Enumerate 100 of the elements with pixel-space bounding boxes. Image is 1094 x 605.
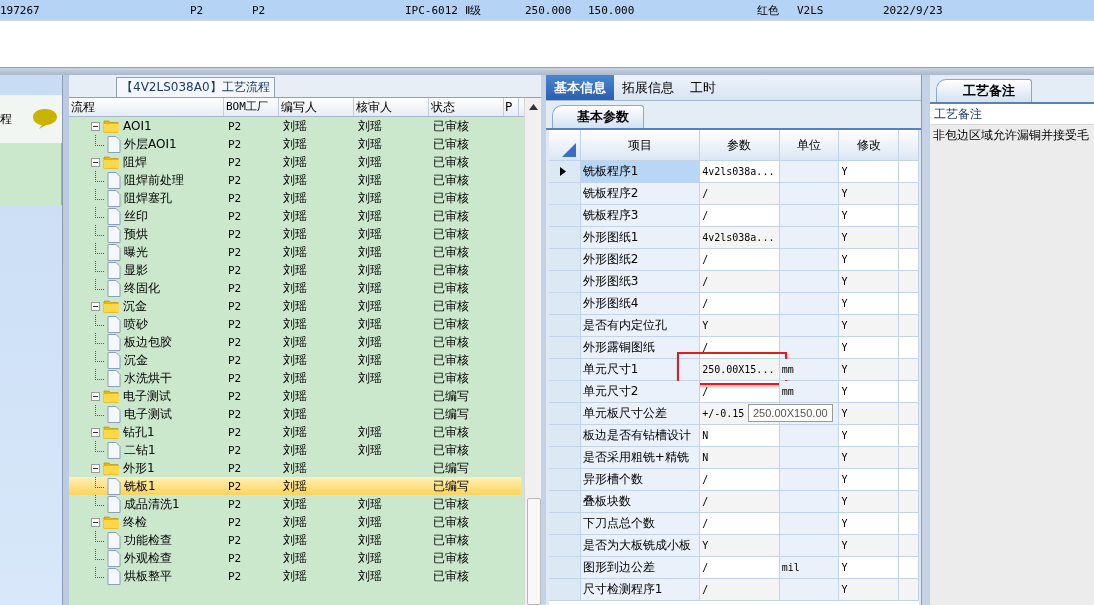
table-cell-text: P2 (227, 407, 243, 421)
tree-line (95, 207, 104, 218)
table-cell: / (700, 293, 780, 314)
collapse-toggle-icon[interactable] (91, 463, 100, 473)
tree-item[interactable]: 板边包胶 (124, 333, 172, 351)
column-header[interactable]: P (504, 98, 519, 116)
tree-line (95, 495, 104, 506)
tree-line (95, 279, 104, 290)
column-header[interactable]: 项目 (580, 130, 701, 160)
tree-item[interactable]: AOI1 (123, 119, 152, 133)
table-cell: Y (839, 513, 900, 534)
table-cell: 铣板程序1 (580, 161, 701, 182)
table-cell-text: 刘瑶 (357, 243, 383, 261)
table-cell-text: P2 (227, 155, 243, 169)
column-header[interactable]: 修改 (839, 130, 900, 160)
collapse-toggle-icon[interactable] (91, 121, 100, 131)
scrollbar[interactable] (524, 98, 541, 605)
table-cell-text: 已编写 (432, 405, 470, 423)
document-icon (107, 261, 121, 279)
collapse-toggle-icon[interactable] (91, 427, 100, 437)
tree-line (95, 189, 104, 200)
tree-item[interactable]: 阻焊塞孔 (124, 189, 172, 207)
tree-item[interactable]: 显影 (124, 261, 148, 279)
scroll-thumb[interactable] (527, 498, 541, 605)
document-icon (107, 477, 121, 495)
table-cell-text: 197267 (0, 3, 41, 17)
table-cell-text: 2022/9/23 (883, 3, 944, 17)
table-cell: Y (700, 535, 780, 556)
table-cell: / (700, 205, 780, 226)
table-cell-text: 刘瑶 (282, 135, 308, 153)
tab[interactable]: 拓展信息 (614, 75, 682, 100)
tree-item[interactable]: 阻焊前处理 (124, 171, 184, 189)
collapse-toggle-icon[interactable] (91, 517, 100, 527)
collapse-toggle-icon[interactable] (91, 157, 100, 167)
column-header[interactable]: BOM工厂 (224, 98, 279, 116)
collapse-toggle-icon[interactable] (91, 301, 100, 311)
tree-item[interactable]: 成品清洗1 (124, 495, 180, 513)
column-header[interactable]: 核审人 (354, 98, 429, 116)
splitter-handle[interactable] (541, 75, 546, 605)
speech-bubble-icon[interactable] (32, 108, 58, 130)
table-cell: 外形图纸3 (580, 271, 701, 292)
tree-item[interactable]: 丝印 (124, 207, 148, 225)
table-cell-text: P2 (227, 227, 243, 241)
tab[interactable]: 基本参数 (552, 105, 644, 128)
tree-line (95, 369, 104, 380)
tree-item[interactable]: 功能检查 (124, 531, 172, 549)
table-cell-text: P2 (227, 137, 243, 151)
table-cell: 是否为大板铣成小板 (580, 535, 701, 556)
tab[interactable]: 基本信息 (546, 75, 614, 100)
table-cell-text: 已审核 (432, 351, 470, 369)
tree-item[interactable]: 电子测试 (124, 405, 172, 423)
tree-item[interactable]: 外层AOI1 (124, 135, 177, 153)
tree-item[interactable]: 终固化 (124, 279, 160, 297)
table-cell: 4v2ls038a... (700, 161, 780, 182)
table-cell-text: P2 (227, 119, 243, 133)
collapse-toggle-icon[interactable] (91, 391, 100, 401)
tree-item[interactable]: 电子测试 (123, 387, 171, 405)
folder-icon (103, 155, 120, 169)
corner-icon[interactable] (561, 143, 576, 157)
tree-item[interactable]: 沉金 (124, 351, 148, 369)
column-header[interactable]: 编写人 (279, 98, 354, 116)
splitter-handle[interactable] (0, 67, 1094, 75)
column-header[interactable]: 状态 (429, 98, 504, 116)
document-icon (107, 243, 121, 261)
tree-item[interactable]: 二钻1 (124, 441, 156, 459)
table-cell: 图形到边公差 (580, 557, 701, 578)
tree-line (95, 315, 104, 326)
document-icon (107, 189, 121, 207)
tree-line (95, 171, 104, 182)
column-header[interactable]: 单位 (779, 130, 840, 160)
tree-item[interactable]: 钻孔1 (123, 423, 155, 441)
document-icon (107, 405, 121, 423)
table-row[interactable]: 197267 P2 P2 IPC-6012 Ⅱ级 250.000 150.000 红色 V2LS 2022/9/23 (0, 0, 1094, 21)
tree-item[interactable]: 烘板整平 (124, 567, 172, 585)
tree-item[interactable]: 阻焊 (123, 153, 147, 171)
tree-item[interactable]: 曝光 (124, 243, 148, 261)
scroll-up-icon[interactable] (527, 103, 539, 111)
tab[interactable]: 工艺备注 (936, 79, 1032, 102)
row-header[interactable] (549, 161, 581, 182)
tree-item[interactable]: 喷砂 (124, 315, 148, 333)
tree-item[interactable]: 外观检查 (124, 549, 172, 567)
tree-item[interactable]: 终检 (123, 513, 147, 531)
table-cell: / (700, 183, 780, 204)
tree-item[interactable]: 水洗烘干 (124, 369, 172, 387)
column-header[interactable]: 流程 (69, 98, 224, 116)
table-cell-text: 刘瑶 (282, 171, 308, 189)
tree-item[interactable]: 预烘 (124, 225, 148, 243)
table-cell-text: 刘瑶 (357, 315, 383, 333)
splitter-handle[interactable] (921, 75, 930, 605)
tree-item[interactable]: 沉金 (123, 297, 147, 315)
table-cell: Y (839, 491, 900, 512)
column-header[interactable]: 参数 (700, 130, 780, 160)
table-cell-text: 已审核 (432, 225, 470, 243)
tree-item[interactable]: 外形1 (123, 459, 155, 477)
tree-item[interactable]: 铣板1 (124, 477, 156, 495)
table-cell-text: 刘瑶 (357, 261, 383, 279)
splitter-handle[interactable] (62, 75, 69, 605)
table-cell: Y (839, 535, 900, 556)
table-cell: / (700, 579, 780, 600)
tab[interactable]: 工时 (682, 75, 724, 100)
